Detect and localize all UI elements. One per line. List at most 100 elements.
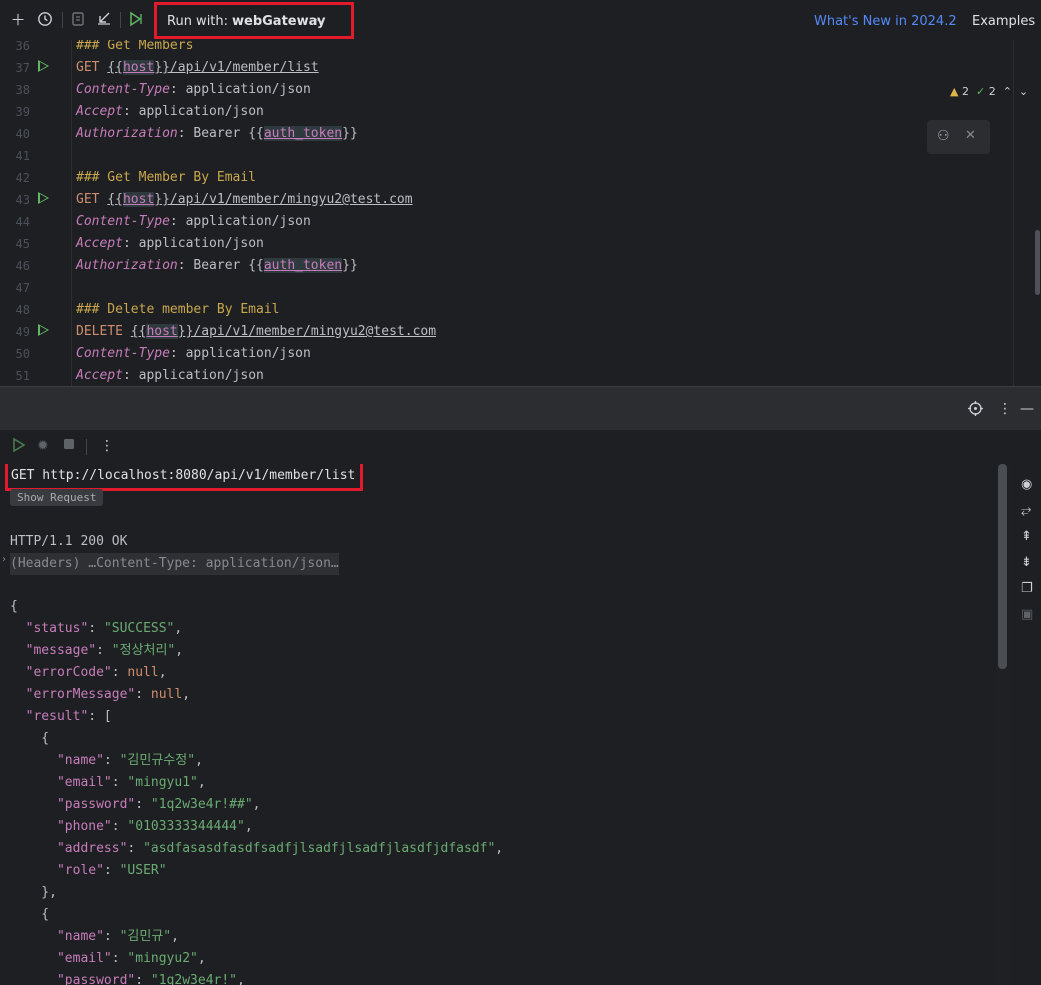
json-line: "result": [ bbox=[10, 706, 112, 728]
soft-wrap-icon[interactable]: ⥂ bbox=[1021, 503, 1031, 518]
rerun-icon[interactable] bbox=[12, 437, 26, 456]
headers-summary[interactable]: (Headers) …Content-Type: application/jso… bbox=[10, 553, 339, 575]
editor-scrollbar[interactable] bbox=[1035, 230, 1040, 295]
code-line[interactable]: 46 Authorization: Bearer {{auth_token}} bbox=[0, 255, 1000, 277]
request-line[interactable]: GET http://localhost:8080/api/v1/member/… bbox=[11, 466, 355, 486]
more-vert-icon[interactable]: ⋮ bbox=[998, 401, 1012, 417]
json-token: "role" bbox=[56, 863, 104, 878]
whats-new-link[interactable]: What's New in 2024.2 bbox=[814, 14, 957, 29]
json-line: "name": "김민규수정", bbox=[10, 750, 203, 772]
json-token: : bbox=[111, 665, 128, 680]
code-line[interactable]: 41 bbox=[0, 145, 1000, 167]
code-line[interactable]: 36 ### Get Members bbox=[0, 40, 1000, 57]
run-all-icon[interactable] bbox=[127, 11, 145, 29]
code-line[interactable]: 43 GET {{host}}/api/v1/member/mingyu2@tes… bbox=[0, 189, 1000, 211]
code-token: ### Delete member By Email bbox=[76, 302, 280, 317]
code-text: DELETE {{host}}/api/v1/member/mingyu2@te… bbox=[76, 321, 436, 343]
run-request-icon[interactable] bbox=[38, 192, 49, 204]
debug-icon[interactable]: ✹ bbox=[37, 438, 49, 454]
json-token: "SUCCESS" bbox=[103, 621, 175, 636]
line-number: 40 bbox=[15, 127, 30, 141]
code-line[interactable]: 42 ### Get Member By Email bbox=[0, 167, 1000, 189]
eye-icon[interactable]: ◉ bbox=[1021, 477, 1032, 492]
chevron-right-icon[interactable]: › bbox=[1, 554, 7, 565]
code-line[interactable]: 47 bbox=[0, 277, 1000, 299]
json-line: "errorMessage": null, bbox=[10, 684, 190, 706]
json-token: null bbox=[150, 687, 183, 702]
code-line[interactable]: 48 ### Delete member By Email bbox=[0, 299, 1000, 321]
line-number: 45 bbox=[15, 237, 30, 251]
code-line[interactable]: 38 Content-Type: application/json bbox=[0, 79, 1000, 101]
code-line[interactable]: 50 Content-Type: application/json bbox=[0, 343, 1000, 365]
code-token: {{ bbox=[107, 60, 123, 75]
json-token: "password" bbox=[56, 973, 136, 985]
json-token: : bbox=[96, 643, 112, 658]
code-token: : application/json bbox=[169, 214, 311, 229]
code-token: host bbox=[122, 60, 155, 75]
json-token: , bbox=[495, 841, 504, 856]
code-token: Accept bbox=[76, 104, 123, 119]
clock-icon[interactable] bbox=[36, 11, 54, 29]
ai-assistant-icon[interactable]: ⚇ bbox=[937, 128, 950, 144]
console-toolbar: ✹ ⋮ bbox=[0, 430, 1041, 464]
code-line[interactable]: 49 DELETE {{host}}/api/v1/member/mingyu2@… bbox=[0, 321, 1000, 343]
code-text: Accept: application/json bbox=[76, 365, 264, 386]
stop-icon[interactable] bbox=[63, 438, 75, 454]
minimize-icon[interactable]: — bbox=[1020, 401, 1034, 417]
toolbar-divider bbox=[86, 439, 87, 455]
examples-menu[interactable]: Examples bbox=[972, 14, 1035, 29]
json-token: : [ bbox=[88, 709, 112, 724]
code-line[interactable]: 44 Content-Type: application/json bbox=[0, 211, 1000, 233]
inspection-widget[interactable]: ▲ 2 ✓ 2 ⌃ ⌄ bbox=[950, 85, 1028, 98]
json-token: , bbox=[197, 775, 206, 790]
json-token: "password" bbox=[56, 797, 136, 812]
more-vert-icon[interactable]: ⋮ bbox=[100, 438, 114, 454]
json-line: "phone": "0103333344444", bbox=[10, 816, 253, 838]
code-token: {{ bbox=[107, 192, 123, 207]
image-icon[interactable]: ▣ bbox=[1021, 607, 1033, 622]
json-token: "asdfasasdfasdfsadfjlsadfjlsadfjlasdfjdf… bbox=[143, 841, 496, 856]
code-text: Content-Type: application/json bbox=[76, 343, 311, 365]
json-token: "status" bbox=[25, 621, 89, 636]
line-number: 51 bbox=[15, 369, 30, 383]
code-token: GET bbox=[76, 192, 108, 207]
chevron-up-icon[interactable]: ⌃ bbox=[1003, 85, 1012, 98]
json-line: { bbox=[10, 904, 49, 926]
scroll-to-end-icon[interactable]: ⇟ bbox=[1021, 555, 1032, 570]
crosshair-icon[interactable] bbox=[968, 401, 983, 420]
code-line[interactable]: 37 GET {{host}}/api/v1/member/list bbox=[0, 57, 1000, 79]
json-token: : bbox=[103, 863, 120, 878]
code-token: Accept bbox=[76, 368, 123, 383]
copy-icon[interactable] bbox=[69, 11, 87, 29]
code-token: Content-Type bbox=[76, 82, 170, 97]
console-scrollbar[interactable] bbox=[998, 464, 1007, 669]
code-line[interactable]: 45 Accept: application/json bbox=[0, 233, 1000, 255]
json-token: "phone" bbox=[56, 819, 112, 834]
run-with-environment-selector[interactable]: Run with: webGateway ⌵ bbox=[154, 2, 354, 39]
line-number: 38 bbox=[15, 83, 30, 97]
close-icon[interactable]: ✕ bbox=[965, 128, 976, 143]
toolbar-divider bbox=[62, 12, 63, 28]
copy-icon[interactable]: ❐ bbox=[1021, 581, 1033, 596]
plus-icon[interactable]: ＋ bbox=[9, 11, 27, 29]
json-line: "email": "mingyu1", bbox=[10, 772, 206, 794]
run-request-icon[interactable] bbox=[38, 60, 49, 72]
chevron-down-icon[interactable]: ⌄ bbox=[1019, 85, 1028, 98]
code-line[interactable]: 51 Accept: application/json bbox=[0, 365, 1000, 386]
json-line: "password": "1q2w3e4r!", bbox=[10, 970, 245, 985]
line-number: 43 bbox=[15, 193, 30, 207]
code-line[interactable]: 39 Accept: application/json bbox=[0, 101, 1000, 123]
json-token: "name" bbox=[56, 753, 104, 768]
request-line-highlight: GET http://localhost:8080/api/v1/member/… bbox=[5, 464, 363, 491]
json-token: , bbox=[237, 973, 245, 985]
main-toolbar: ＋ Run with: webGateway ⌵ What's New in 2… bbox=[0, 0, 1041, 41]
show-request-button[interactable]: Show Request bbox=[10, 489, 104, 506]
run-request-icon[interactable] bbox=[38, 324, 49, 336]
scroll-to-top-icon[interactable]: ⇞ bbox=[1021, 529, 1032, 544]
code-line[interactable]: 40 Authorization: Bearer {{auth_token}} bbox=[0, 123, 1000, 145]
json-token: , bbox=[244, 819, 253, 834]
http-editor[interactable]: 36 ### Get Members 37 GET {{host}}/api/v1/m… bbox=[0, 40, 1041, 386]
response-console[interactable]: GET http://localhost:8080/api/v1/member/… bbox=[0, 464, 1000, 985]
import-icon[interactable] bbox=[95, 11, 113, 29]
